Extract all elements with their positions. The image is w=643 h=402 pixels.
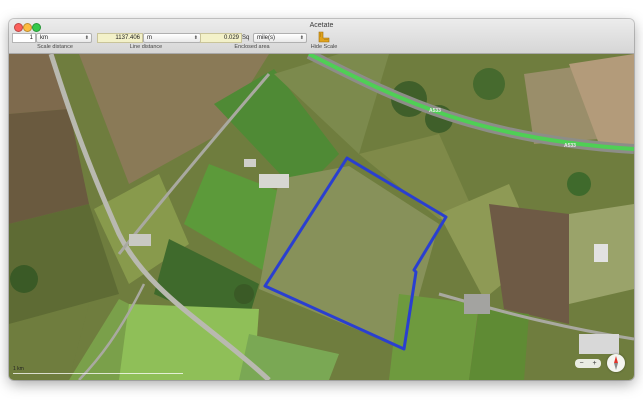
zoom-in-button[interactable]: + [592,359,596,368]
building [244,159,256,167]
enclosed-area-caption: Enclosed area [234,44,270,50]
scale-distance-unit-label: km [40,35,48,41]
line-distance-unit-label: m [147,35,152,41]
scale-distance-unit-select[interactable]: km ⬍ [36,33,92,43]
enclosed-area-unit-label: mile(s) [257,35,275,41]
chevron-updown-icon: ⬍ [299,35,304,41]
compass-icon [614,356,618,370]
tree-cluster [473,68,505,100]
enclosed-area-prefix: Sq [242,35,250,41]
zoom-out-button[interactable]: − [579,359,583,368]
hide-scale-caption[interactable]: Hide Scale [307,44,341,50]
line-distance-value: 1137.406 [97,33,143,43]
tree-cluster [10,265,38,293]
scale-bar-line [13,373,183,374]
building [129,234,151,246]
app-window: Acetate 1 km ⬍ Scale distance 1137.406 m… [9,19,634,380]
ruler-icon[interactable] [318,31,330,43]
compass-button[interactable] [607,354,625,372]
enclosed-area-value: 0.029 [200,33,242,43]
road-label: A533 [429,108,441,114]
titlebar: Acetate 1 km ⬍ Scale distance 1137.406 m… [9,19,634,54]
tree-cluster [567,172,591,196]
scale-bar-label: 1 km [13,366,24,372]
building [594,244,608,262]
building [579,334,619,354]
chevron-updown-icon: ⬍ [84,35,89,41]
tree-cluster [234,284,254,304]
building [464,294,490,314]
building [259,174,289,188]
field-plot [469,309,529,380]
line-distance-unit-select[interactable]: m ⬍ [143,33,201,43]
line-distance-caption: Line distance [129,44,163,50]
scale-distance-caption: Scale distance [37,44,73,50]
map-imagery [9,54,634,380]
road-label: A533 [564,143,576,149]
zoom-control: − + [575,359,601,368]
satellite-map[interactable]: A533 A533 1 km − + [9,54,634,380]
window-title: Acetate [309,22,334,29]
scale-distance-input[interactable]: 1 [12,33,36,43]
chevron-updown-icon: ⬍ [193,35,198,41]
enclosed-area-unit-select[interactable]: mile(s) ⬍ [253,33,307,43]
